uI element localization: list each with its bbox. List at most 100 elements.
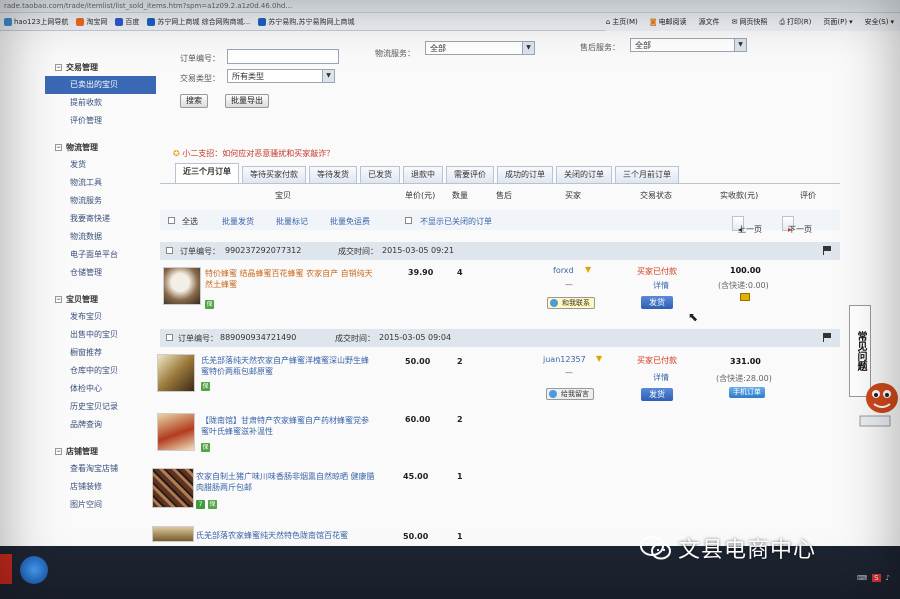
search-button[interactable]: 搜索 [180,94,208,108]
product-name-link[interactable]: 氏羌部落纯天然农家自产蜂蜜洋槐蜜深山野生蜂蜜特价两瓶包邮原蜜 [201,355,376,377]
sidebar-section-store[interactable]: − 店铺管理 [45,442,160,460]
select-all-label: 全选 [182,217,198,226]
tab-awaiting-shipment[interactable]: 等待发货 [309,166,357,183]
sidebar-item-early-payment[interactable]: 提前收款 [45,94,160,112]
ime-icon[interactable]: S [872,574,881,582]
bulk-ship-link[interactable]: 批量发货 [222,216,254,227]
ship-button[interactable]: 发货 [641,388,673,401]
sidebar-item-logistics-data[interactable]: 物流数据 [45,228,160,246]
sidebar-section-trade[interactable]: − 交易管理 [45,58,160,76]
order-checkbox[interactable] [166,334,173,341]
flash-app-icon[interactable] [0,554,12,584]
sidebar-item-showcase[interactable]: 橱窗推荐 [45,344,160,362]
keyboard-icon[interactable]: ⌨ [857,574,867,582]
collapse-icon: − [55,143,62,151]
tab-shipped[interactable]: 已发货 [360,166,400,183]
trade-type-select[interactable]: 所有类型 ▼ [227,69,335,83]
select-all-checkbox[interactable] [168,217,175,224]
hide-closed-label: 不显示已关闭的订单 [420,217,492,226]
sidebar-item-brand-query[interactable]: 品牌查询 [45,416,160,434]
order-detail-link[interactable]: 详情 [653,280,669,291]
shipping-fee: (含快递:28.00) [716,374,772,383]
order-row: 特价蜂蜜 结晶蜂蜜百花蜂蜜 农家自产 自销纯天然土蜂蜜 保 39.90 4 fo… [160,262,840,322]
sidebar-item-in-stock[interactable]: 仓库中的宝贝 [45,362,160,380]
sidebar-item-ship[interactable]: 发货 [45,156,160,174]
order-no-input[interactable] [227,49,339,64]
memo-icon[interactable] [740,293,750,301]
product-thumbnail[interactable] [163,267,201,305]
prev-page-button[interactable]: ◂ 上一页 [732,216,762,234]
seller-tip-link[interactable]: ✪ 小二支招：如何应对恶意骚扰和买家敲诈？ [173,148,334,159]
sidebar-item-sold-items[interactable]: 已卖出的宝贝 [45,76,156,94]
volume-icon[interactable]: ♪ [886,574,890,582]
address-bar[interactable]: rade.taobao.com/trade/itemlist/list_sold… [0,0,900,13]
product-thumbnail[interactable] [152,526,194,542]
product-name-link[interactable]: 特价蜂蜜 结晶蜂蜜百花蜂蜜 农家自产 自销纯天然土蜂蜜 [205,268,380,290]
browser-toolbar: ⌂ 主页(M) ◙ 电邮阅读 源文件 ✉ 网页快照 ⎙ 打印(R) 页面(P) ▾ 安全(… [605,13,900,31]
quantity: 1 [457,472,463,481]
tab-awaiting-payment[interactable]: 等待买家付款 [242,166,306,183]
tab-successful[interactable]: 成功的订单 [497,166,553,183]
snapshot-button[interactable]: ✉ 网页快照 [732,17,768,27]
favorite-suning-yigou[interactable]: 苏宁易购,苏宁易购网上商城 [258,17,355,27]
sidebar-item-publish[interactable]: 发布宝贝 [45,308,160,326]
tab-older-than-3-months[interactable]: 三个月前订单 [615,166,679,183]
favorite-taobao[interactable]: 淘宝网 [76,17,107,27]
sidebar-item-reviews[interactable]: 评价管理 [45,112,160,130]
ship-button[interactable]: 发货 [641,296,673,309]
buyer-name-link[interactable]: juan12357 [543,355,586,364]
tab-needs-review[interactable]: 需要评价 [446,166,494,183]
sidebar-section-logistics[interactable]: − 物流管理 [45,138,160,156]
product-name-link[interactable]: 【陇南馆】甘肃特产农家蜂蜜自产药材蜂蜜党参蜜叶氏蜂蜜滋补温性 [201,415,376,437]
sidebar-item-e-waybill[interactable]: 电子面单平台 [45,246,160,264]
logistics-select[interactable]: 全部 ▼ [425,41,535,55]
source-button[interactable]: 源文件 [699,17,720,27]
sidebar-item-view-store[interactable]: 查看淘宝店铺 [45,460,160,478]
safety-menu[interactable]: 安全(S) ▾ [865,17,894,27]
tab-refunding[interactable]: 退款中 [403,166,443,183]
product-name-link[interactable]: 氏羌部落农家蜂蜜纯天然特色陇南馆百花蜜 [196,530,396,541]
leave-message-button[interactable]: 给我留言 [546,388,594,400]
unit-price: 50.00 [403,532,429,541]
order-checkbox[interactable] [166,247,173,254]
sidebar-section-items[interactable]: − 宝贝管理 [45,290,160,308]
product-thumbnail[interactable] [152,468,194,508]
product-name-link[interactable]: 农家自制土猪广味川味香肠非烟熏自然晾晒 健康腊肉腊肠两斤包邮 [196,471,376,493]
sidebar-item-on-sale[interactable]: 出售中的宝贝 [45,326,160,344]
feed-icon: ◙ [649,18,657,26]
home-button[interactable]: ⌂ 主页(M) [606,17,638,27]
sidebar-item-logistics-service[interactable]: 物流服务 [45,192,160,210]
sidebar-item-history[interactable]: 历史宝贝记录 [45,398,160,416]
bulk-free-ship-link[interactable]: 批量免运费 [330,216,370,227]
sidebar-item-store-decor[interactable]: 店铺装修 [45,478,160,496]
aftersale-select[interactable]: 全部 ▼ [630,38,747,52]
flag-icon[interactable] [823,246,832,255]
sidebar-item-warehouse[interactable]: 仓储管理 [45,264,160,282]
order-detail-link[interactable]: 详情 [653,372,669,383]
flag-icon[interactable] [823,333,832,342]
seven-day-return-icon: 7 [196,500,205,509]
favorite-suning-mall[interactable]: 苏宁网上商城 综合网购商城... [147,17,250,27]
favorite-hao123[interactable]: hao123上网导航 [4,17,68,27]
buyer-name-link[interactable]: forxd [553,266,574,275]
sidebar-item-check-center[interactable]: 体检中心 [45,380,160,398]
start-button[interactable] [20,556,48,584]
product-thumbnail[interactable] [157,413,195,451]
print-button[interactable]: ⎙ 打印(R) [779,17,811,27]
hide-closed-checkbox[interactable] [405,217,412,224]
next-page-button[interactable]: 下一页 ▸ [782,216,812,234]
sidebar-item-logistics-tools[interactable]: 物流工具 [45,174,160,192]
bulk-mark-link[interactable]: 批量标记 [276,216,308,227]
tab-recent-3-months[interactable]: 近三个月订单 [175,163,239,183]
order-header: 订单编号： 889090934721490 成交时间： 2015-03-05 0… [160,329,840,347]
export-button[interactable]: 批量导出 [225,94,269,108]
sidebar-item-image-space[interactable]: 图片空间 [45,496,160,514]
product-thumbnail[interactable] [157,354,195,392]
consumer-protection-icon: 保 [208,500,217,509]
sidebar-item-send-express[interactable]: 我要寄快递 [45,210,160,228]
page-menu[interactable]: 页面(P) ▾ [823,17,852,27]
feeds-button[interactable]: ◙ 电邮阅读 [650,17,687,27]
tab-closed[interactable]: 关闭的订单 [556,166,612,183]
contact-me-button[interactable]: 和我联系 [547,297,595,309]
favorite-baidu[interactable]: 百度 [115,17,139,27]
